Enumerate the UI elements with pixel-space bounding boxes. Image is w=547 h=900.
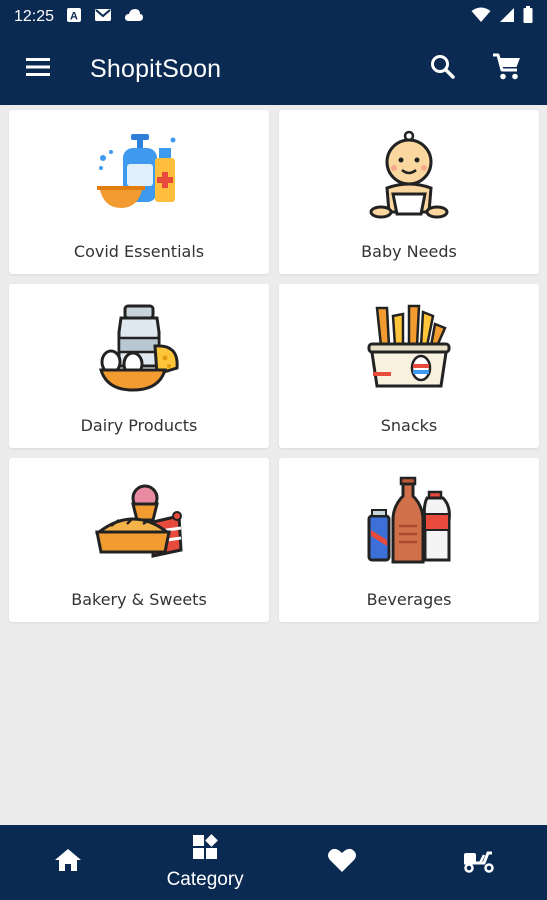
beverages-icon xyxy=(367,476,451,564)
battery-icon xyxy=(523,6,533,28)
wifi-icon xyxy=(471,7,491,28)
category-card-snacks[interactable]: Snacks xyxy=(279,284,539,448)
bakery-icon xyxy=(94,484,183,558)
sanitizer-icon xyxy=(97,134,176,208)
delivery-scooter-icon xyxy=(462,847,496,878)
category-label: Beverages xyxy=(366,590,452,609)
category-label: Bakery & Sweets xyxy=(71,590,207,609)
category-card-baby-needs[interactable]: Baby Needs xyxy=(279,110,539,274)
nav-home[interactable] xyxy=(0,847,137,878)
search-icon xyxy=(430,54,456,85)
category-card-bakery-sweets[interactable]: Bakery & Sweets xyxy=(9,458,269,622)
nav-delivery[interactable] xyxy=(410,847,547,878)
category-label: Baby Needs xyxy=(361,242,457,261)
svg-text:A: A xyxy=(70,10,78,22)
category-card-beverages[interactable]: Beverages xyxy=(279,458,539,622)
bottom-nav: Category xyxy=(0,825,547,900)
heart-icon xyxy=(327,846,357,879)
signal-icon xyxy=(499,7,515,28)
category-card-covid-essentials[interactable]: Covid Essentials xyxy=(9,110,269,274)
status-bar: 12:25 A xyxy=(0,0,547,34)
home-icon xyxy=(54,847,82,878)
dairy-icon xyxy=(98,304,179,392)
snacks-icon xyxy=(367,304,451,388)
text-a-notification-icon: A xyxy=(66,7,82,28)
nav-category[interactable]: Category xyxy=(137,834,274,891)
app-title: ShopitSoon xyxy=(90,55,222,83)
menu-icon xyxy=(24,56,52,83)
gmail-icon xyxy=(94,7,112,28)
category-label: Covid Essentials xyxy=(73,242,205,261)
nav-category-label: Category xyxy=(166,869,244,890)
menu-button[interactable] xyxy=(16,48,60,92)
category-label: Snacks xyxy=(380,416,438,435)
cart-button[interactable] xyxy=(485,48,529,92)
category-card-dairy-products[interactable]: Dairy Products xyxy=(9,284,269,448)
cloud-icon xyxy=(124,8,144,27)
baby-icon xyxy=(369,130,449,219)
category-icon xyxy=(191,834,219,867)
app-bar: ShopitSoon xyxy=(0,34,547,105)
category-label: Dairy Products xyxy=(80,416,198,435)
status-time: 12:25 xyxy=(14,8,55,25)
category-grid: Covid Essentials Baby Needs Dairy Produc… xyxy=(9,110,539,622)
search-button[interactable] xyxy=(421,48,465,92)
cart-icon xyxy=(492,53,522,86)
nav-favorites[interactable] xyxy=(274,846,411,879)
